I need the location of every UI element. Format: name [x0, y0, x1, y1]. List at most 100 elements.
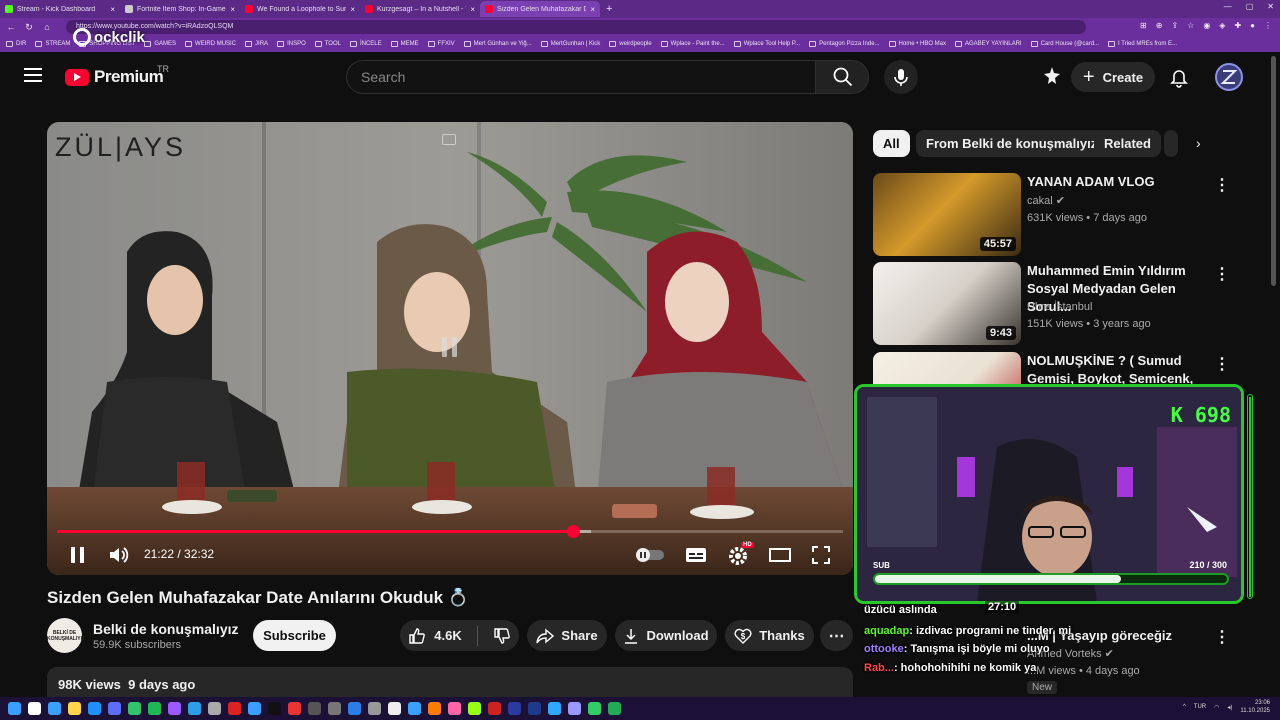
reload-icon[interactable]: ↻: [22, 22, 36, 33]
sparkle-chat-icon[interactable]: [1041, 65, 1063, 87]
browser-tab[interactable]: Kurzgesagt – In a Nutshell - YouT...×: [360, 1, 480, 17]
taskbar-app-icon[interactable]: [28, 702, 41, 715]
tray-chevron-icon[interactable]: ^: [1183, 704, 1186, 710]
taskbar-app-icon[interactable]: [228, 702, 241, 715]
bookmark-star-icon[interactable]: ☆: [1187, 21, 1194, 30]
taskbar-app-icon[interactable]: [508, 702, 521, 715]
menu-icon[interactable]: [24, 68, 42, 86]
volume-icon[interactable]: [108, 545, 130, 565]
taskbar-app-icon[interactable]: [68, 702, 81, 715]
taskbar-app-icon[interactable]: [608, 702, 621, 715]
start-menu-icon[interactable]: [8, 702, 21, 715]
speaker-icon[interactable]: ◂): [1227, 704, 1232, 711]
taskbar-app-icon[interactable]: [268, 702, 281, 715]
search-button[interactable]: [815, 60, 869, 94]
clock[interactable]: 23:06 11.10.2025: [1240, 699, 1270, 715]
taskbar-app-icon[interactable]: [328, 702, 341, 715]
create-button[interactable]: + Create: [1071, 62, 1155, 92]
page-scrollbar[interactable]: [1271, 56, 1276, 686]
bookmark-item[interactable]: GAMES: [144, 41, 176, 47]
bookmark-item[interactable]: DIR: [6, 41, 26, 47]
more-vertical-icon[interactable]: ⋮: [1214, 175, 1230, 195]
pause-icon[interactable]: [69, 545, 87, 565]
taskbar-app-icon[interactable]: [48, 702, 61, 715]
language-indicator[interactable]: TUR: [1194, 704, 1206, 710]
minimize-icon[interactable]: —: [1224, 2, 1232, 11]
channel-avatar[interactable]: BELKİ DE KONUŞMALIYIZ: [47, 618, 85, 653]
more-vertical-icon[interactable]: ⋮: [1214, 627, 1230, 647]
bookmark-item[interactable]: I Tried MREs from E...: [1108, 41, 1177, 47]
chip-from-channel[interactable]: From Belki de konuşmalıyız: [916, 130, 1108, 157]
autoplay-toggle[interactable]: [635, 547, 665, 563]
share-button[interactable]: Share: [527, 620, 607, 651]
share-page-icon[interactable]: ⇪: [1171, 21, 1178, 30]
more-vertical-icon[interactable]: ⋮: [1214, 354, 1230, 374]
extension-icon[interactable]: ◈: [1219, 21, 1225, 30]
bookmark-item[interactable]: INSPO: [277, 41, 306, 47]
install-app-icon[interactable]: ⊞: [1140, 21, 1147, 30]
close-window-icon[interactable]: ✕: [1267, 2, 1274, 11]
video-thumbnail[interactable]: 45:57: [873, 173, 1021, 256]
subscribe-button[interactable]: Subscribe: [253, 620, 336, 651]
like-button[interactable]: 4.6K: [408, 627, 462, 645]
browser-tab-active[interactable]: Sizden Gelen Muhafazakar D... ×: [480, 1, 600, 17]
bookmark-item[interactable]: Mert Günhan ve Yiğ...: [463, 41, 532, 47]
zoom-icon[interactable]: ⊕: [1156, 21, 1163, 30]
recommendation-title[interactable]: YANAN ADAM VLOG: [1027, 173, 1207, 191]
taskbar-app-icon[interactable]: [208, 702, 221, 715]
bookmark-item[interactable]: FFXIV: [427, 41, 455, 47]
bookmark-item[interactable]: AGABEY YAYINLARI: [955, 41, 1022, 47]
more-vertical-icon[interactable]: ⋮: [1214, 264, 1230, 284]
subtitles-icon[interactable]: [685, 546, 707, 564]
video-player[interactable]: ZÜL|AYS 21:22 / 32:32 HD: [47, 122, 853, 575]
maximize-icon[interactable]: ▢: [1246, 2, 1254, 11]
bookmark-item[interactable]: MEME: [390, 41, 419, 47]
browser-tab[interactable]: Stream - Kick Dashboard ×: [0, 1, 120, 17]
taskbar-app-icon[interactable]: [348, 702, 361, 715]
taskbar-app-icon[interactable]: [408, 702, 421, 715]
chip-all[interactable]: All: [873, 130, 910, 157]
close-tab-icon[interactable]: ×: [470, 5, 475, 14]
browser-menu-icon[interactable]: ⋮: [1264, 21, 1272, 30]
progress-bar[interactable]: [57, 525, 843, 538]
close-tab-icon[interactable]: ×: [110, 5, 115, 14]
fullscreen-icon[interactable]: [811, 545, 831, 565]
taskbar-app-icon[interactable]: [188, 702, 201, 715]
bookmark-item[interactable]: TOOL: [314, 41, 341, 47]
recommendation-channel[interactable]: Uhre İstanbul: [1027, 301, 1092, 313]
extensions-puzzle-icon[interactable]: ✚: [1234, 21, 1241, 30]
taskbar-app-icon[interactable]: [488, 702, 501, 715]
taskbar-app-icon[interactable]: [148, 702, 161, 715]
chevron-right-icon[interactable]: ›: [1196, 135, 1201, 151]
taskbar-app-icon[interactable]: [548, 702, 561, 715]
profile-icon[interactable]: ●: [1250, 21, 1255, 30]
address-bar[interactable]: https://www.youtube.com/watch?v=iRAdzoQL…: [66, 20, 1086, 34]
extension-icon[interactable]: ◉: [1203, 21, 1210, 30]
recommendation-channel[interactable]: cakal ✔: [1027, 194, 1065, 207]
recommendation-item[interactable]: 45:57 YANAN ADAM VLOG cakal ✔ 631K views…: [873, 173, 1263, 257]
theater-mode-icon[interactable]: [768, 547, 792, 563]
taskbar-app-icon[interactable]: [168, 702, 181, 715]
taskbar-app-icon[interactable]: [108, 702, 121, 715]
taskbar-app-icon[interactable]: [448, 702, 461, 715]
wifi-icon[interactable]: ◠: [1214, 704, 1219, 711]
bookmark-item[interactable]: Card House (@card...: [1030, 41, 1099, 47]
taskbar-app-icon[interactable]: [88, 702, 101, 715]
more-actions-button[interactable]: ⋯: [820, 620, 853, 651]
bookmark-item[interactable]: STREAM: [35, 41, 70, 47]
bookmark-item[interactable]: WEIRD MUSIC: [185, 41, 236, 47]
channel-name[interactable]: Belki de konuşmalıyız: [93, 621, 239, 637]
taskbar-app-icon[interactable]: [468, 702, 481, 715]
home-icon[interactable]: ⌂: [40, 22, 54, 32]
taskbar-app-icon[interactable]: [388, 702, 401, 715]
account-avatar[interactable]: [1215, 63, 1243, 91]
chip-partial[interactable]: [1164, 130, 1178, 157]
close-tab-icon[interactable]: ×: [590, 5, 595, 14]
notifications-bell-icon[interactable]: [1168, 66, 1190, 88]
bookmark-item[interactable]: MertGunhan | Kick: [540, 41, 600, 47]
taskbar-app-icon[interactable]: [288, 702, 301, 715]
bookmark-item[interactable]: Wplace - Paint the...: [660, 41, 725, 47]
taskbar-app-icon[interactable]: [308, 702, 321, 715]
thanks-button[interactable]: $ Thanks: [725, 620, 814, 651]
bookmark-item[interactable]: Home • HBO Max: [888, 41, 946, 47]
